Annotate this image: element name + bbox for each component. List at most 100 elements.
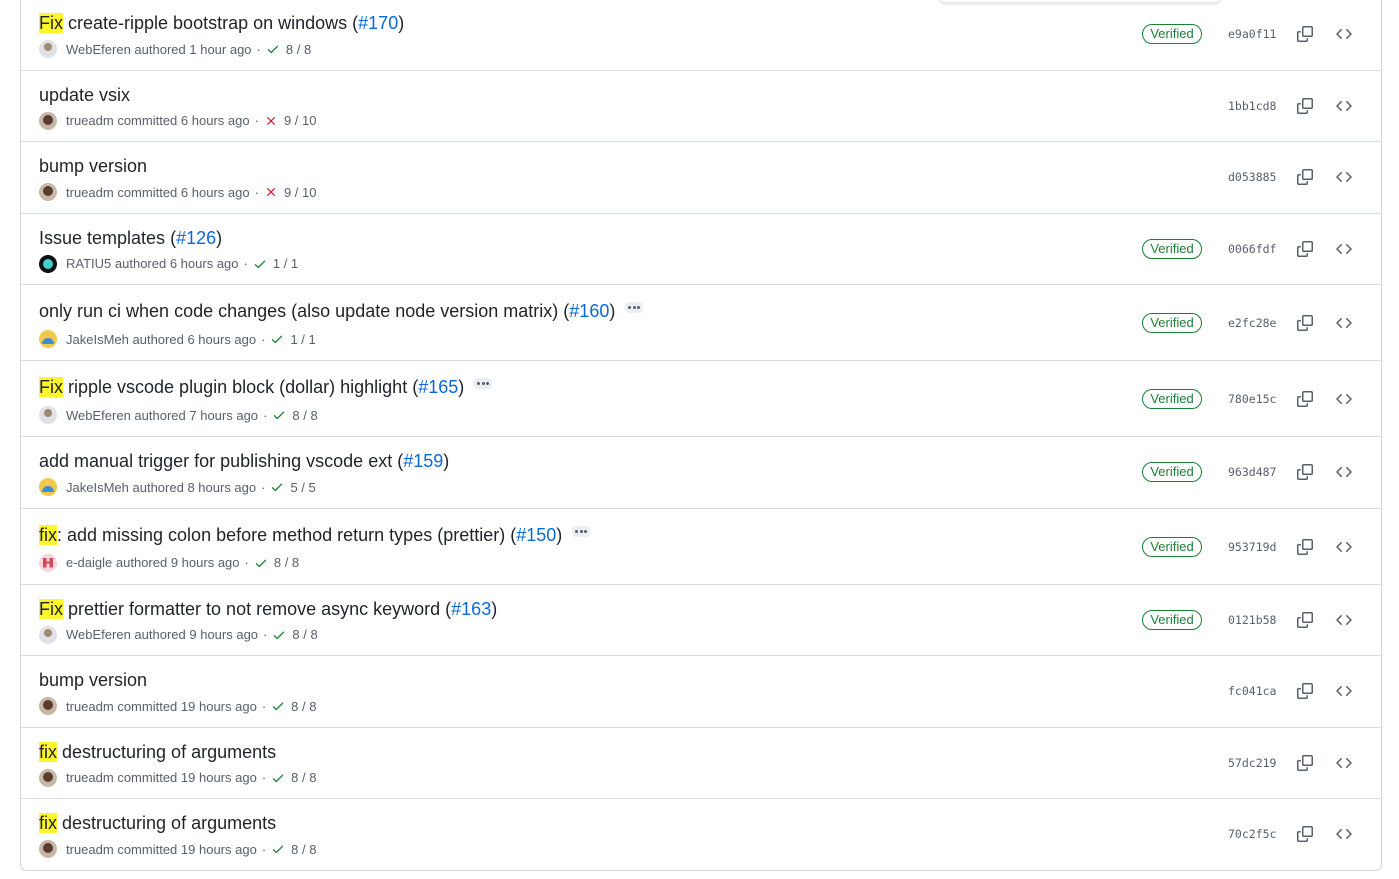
check-icon[interactable] bbox=[266, 42, 280, 56]
pull-request-link[interactable]: #150 bbox=[516, 525, 556, 545]
ellipsis-expander-button[interactable] bbox=[625, 302, 644, 313]
author-link[interactable]: trueadm bbox=[66, 842, 114, 857]
commit-message-text[interactable]: bump version bbox=[39, 670, 147, 690]
author-link[interactable]: e-daigle bbox=[66, 555, 112, 570]
author-link[interactable]: trueadm bbox=[66, 699, 114, 714]
commit-message[interactable]: Issue templates (#126) bbox=[39, 227, 222, 249]
commit-message[interactable]: bump version bbox=[39, 669, 147, 691]
check-icon[interactable] bbox=[271, 771, 285, 785]
check-icon[interactable] bbox=[272, 408, 286, 422]
copy-sha-button[interactable] bbox=[1294, 23, 1316, 45]
browse-repo-button[interactable] bbox=[1333, 238, 1355, 260]
avatar[interactable] bbox=[39, 625, 57, 644]
commit-sha-link[interactable]: e9a0f11 bbox=[1228, 24, 1276, 44]
commit-sha-link[interactable]: 0066fdf bbox=[1228, 239, 1276, 259]
author-link[interactable]: WebEferen bbox=[66, 627, 131, 642]
author-link[interactable]: trueadm bbox=[66, 185, 114, 200]
browse-repo-button[interactable] bbox=[1333, 166, 1355, 188]
x-icon[interactable] bbox=[264, 114, 278, 128]
author-link[interactable]: WebEferen bbox=[66, 42, 131, 57]
commit-message-text[interactable]: create-ripple bootstrap on windows ( bbox=[63, 13, 358, 33]
commit-message[interactable]: only run ci when code changes (also upda… bbox=[39, 300, 644, 322]
commit-sha-link[interactable]: 0121b58 bbox=[1228, 610, 1276, 630]
avatar[interactable] bbox=[39, 697, 57, 715]
commit-message-text[interactable]: : add missing colon before method return… bbox=[57, 525, 516, 545]
author-link[interactable]: JakeIsMeh bbox=[66, 480, 129, 495]
checks-count[interactable]: 8 / 8 bbox=[291, 699, 316, 714]
avatar[interactable] bbox=[39, 406, 57, 424]
commit-message-text[interactable]: Issue templates ( bbox=[39, 228, 176, 248]
commit-message-text[interactable]: destructuring of arguments bbox=[57, 742, 276, 762]
avatar[interactable] bbox=[39, 478, 57, 496]
ellipsis-expander-button[interactable] bbox=[572, 525, 591, 537]
browse-repo-button[interactable] bbox=[1333, 461, 1355, 483]
copy-sha-button[interactable] bbox=[1294, 388, 1316, 410]
commit-sha-link[interactable]: 953719d bbox=[1228, 537, 1276, 557]
commit-message[interactable]: bump version bbox=[39, 155, 147, 177]
pull-request-link[interactable]: #163 bbox=[451, 599, 491, 619]
browse-repo-button[interactable] bbox=[1333, 752, 1355, 774]
commit-sha-link[interactable]: d053885 bbox=[1228, 167, 1276, 187]
verified-badge[interactable]: Verified bbox=[1142, 389, 1202, 409]
commit-sha-link[interactable]: 963d487 bbox=[1228, 462, 1276, 482]
avatar[interactable] bbox=[39, 254, 57, 273]
commit-message-text[interactable]: bump version bbox=[39, 156, 147, 176]
copy-sha-button[interactable] bbox=[1294, 823, 1316, 845]
commit-message-text[interactable]: add manual trigger for publishing vscode… bbox=[39, 451, 403, 471]
copy-sha-button[interactable] bbox=[1294, 238, 1316, 260]
avatar[interactable] bbox=[39, 330, 57, 348]
commit-sha-link[interactable]: 1bb1cd8 bbox=[1228, 96, 1276, 116]
commit-message[interactable]: Fix ripple vscode plugin block (dollar) … bbox=[39, 376, 493, 398]
browse-repo-button[interactable] bbox=[1333, 388, 1355, 410]
browse-repo-button[interactable] bbox=[1333, 609, 1355, 631]
commit-sha-link[interactable]: 780e15c bbox=[1228, 389, 1276, 409]
browse-repo-button[interactable] bbox=[1333, 823, 1355, 845]
check-icon[interactable] bbox=[272, 628, 286, 642]
copy-sha-button[interactable] bbox=[1294, 95, 1316, 117]
checks-count[interactable]: 9 / 10 bbox=[284, 113, 317, 128]
commit-message-text[interactable]: update vsix bbox=[39, 85, 130, 105]
browse-repo-button[interactable] bbox=[1333, 95, 1355, 117]
author-link[interactable]: WebEferen bbox=[66, 408, 131, 423]
checks-count[interactable]: 9 / 10 bbox=[284, 185, 317, 200]
avatar[interactable] bbox=[39, 840, 57, 858]
pull-request-link[interactable]: #159 bbox=[403, 451, 443, 471]
pull-request-link[interactable]: #165 bbox=[418, 377, 458, 397]
copy-sha-button[interactable] bbox=[1294, 536, 1316, 558]
avatar[interactable] bbox=[39, 40, 57, 58]
commit-message[interactable]: Fix create-ripple bootstrap on windows (… bbox=[39, 12, 404, 34]
browse-repo-button[interactable] bbox=[1333, 23, 1355, 45]
checks-count[interactable]: 8 / 8 bbox=[291, 842, 316, 857]
checks-count[interactable]: 1 / 1 bbox=[273, 256, 298, 271]
pull-request-link[interactable]: #160 bbox=[569, 301, 609, 321]
check-icon[interactable] bbox=[270, 332, 284, 346]
verified-badge[interactable]: Verified bbox=[1142, 238, 1202, 259]
browse-repo-button[interactable] bbox=[1333, 536, 1355, 558]
verified-badge[interactable]: Verified bbox=[1142, 462, 1202, 482]
pull-request-link[interactable]: #170 bbox=[358, 13, 398, 33]
commit-message-text[interactable]: destructuring of arguments bbox=[57, 813, 276, 833]
x-icon[interactable] bbox=[264, 185, 278, 199]
commit-message[interactable]: fix destructuring of arguments bbox=[39, 741, 276, 763]
checks-count[interactable]: 8 / 8 bbox=[286, 42, 311, 57]
check-icon[interactable] bbox=[270, 480, 284, 494]
commit-message-text[interactable]: ripple vscode plugin block (dollar) high… bbox=[63, 377, 418, 397]
browse-repo-button[interactable] bbox=[1333, 312, 1355, 334]
checks-count[interactable]: 8 / 8 bbox=[274, 555, 299, 570]
author-link[interactable]: RATIU5 bbox=[66, 256, 111, 271]
checks-count[interactable]: 5 / 5 bbox=[290, 480, 315, 495]
check-icon[interactable] bbox=[271, 842, 285, 856]
verified-badge[interactable]: Verified bbox=[1142, 536, 1202, 557]
commit-message[interactable]: fix: add missing colon before method ret… bbox=[39, 524, 591, 546]
copy-sha-button[interactable] bbox=[1294, 461, 1316, 483]
checks-count[interactable]: 8 / 8 bbox=[292, 408, 317, 423]
browse-repo-button[interactable] bbox=[1333, 680, 1355, 702]
verified-badge[interactable]: Verified bbox=[1142, 313, 1202, 333]
checks-count[interactable]: 1 / 1 bbox=[290, 332, 315, 347]
commit-message[interactable]: fix destructuring of arguments bbox=[39, 812, 276, 834]
verified-badge[interactable]: Verified bbox=[1142, 24, 1202, 44]
avatar[interactable] bbox=[39, 768, 57, 787]
commit-sha-link[interactable]: 70c2f5c bbox=[1228, 824, 1276, 844]
avatar[interactable] bbox=[39, 111, 57, 130]
commit-message-text[interactable]: prettier formatter to not remove async k… bbox=[63, 599, 451, 619]
